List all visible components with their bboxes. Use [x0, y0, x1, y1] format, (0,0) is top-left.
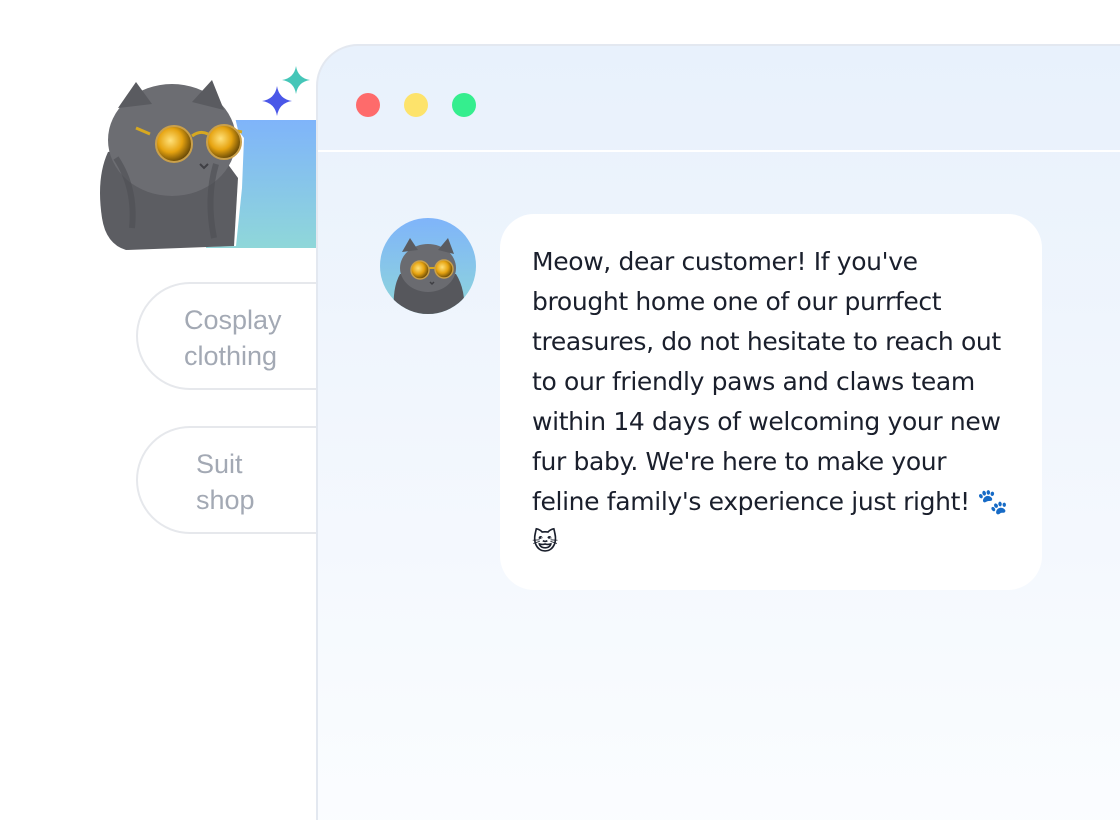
window-maximize-button[interactable]: [452, 93, 476, 117]
page: Cosplay clothing Suit shop Meow, dear cu…: [0, 0, 1120, 820]
category-pill-label: Cosplay clothing: [184, 305, 282, 371]
hero-illustration: [96, 60, 426, 250]
chat-message-bubble: Meow, dear customer! If you've brought h…: [500, 214, 1042, 590]
avatar: [380, 218, 476, 314]
category-pill-label: Suit shop: [196, 449, 255, 515]
window-titlebar: [318, 46, 1120, 152]
cat-with-sunglasses-icon: [393, 238, 465, 314]
chat-message-text: Meow, dear customer! If you've brought h…: [532, 247, 1009, 556]
chat-window: Meow, dear customer! If you've brought h…: [316, 44, 1120, 820]
window-minimize-button[interactable]: [404, 93, 428, 117]
sparkle-teal-icon: [282, 66, 310, 94]
cat-with-sunglasses-icon: [96, 72, 244, 250]
window-close-button[interactable]: [356, 93, 380, 117]
